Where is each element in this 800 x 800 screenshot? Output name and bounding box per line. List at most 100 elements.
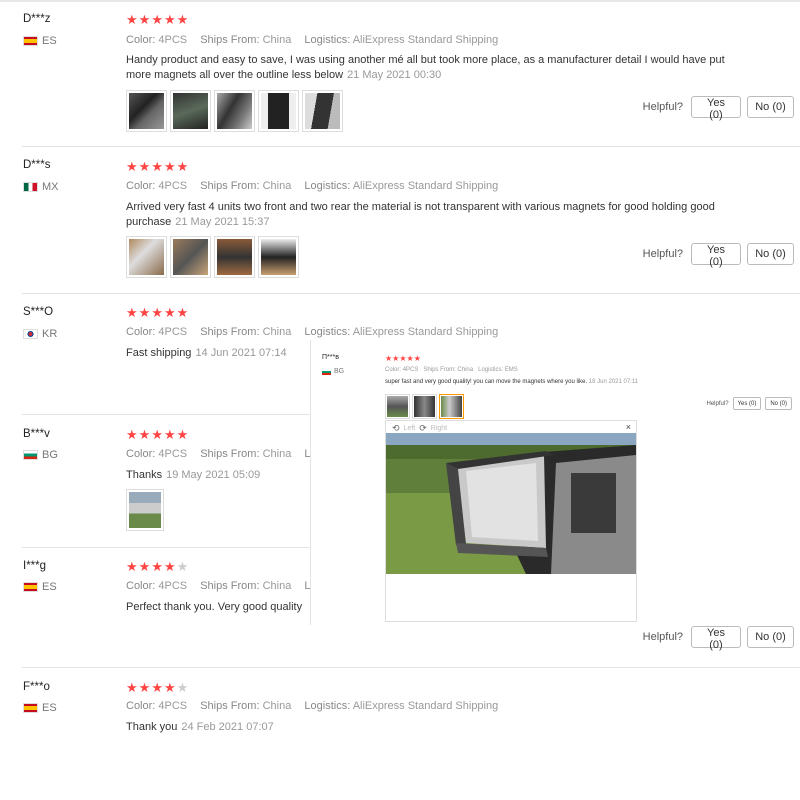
image-viewer: ⟲ Left ⟳ Right ×	[385, 420, 637, 622]
review-text: Thank you 24 Feb 2021 07:07	[126, 720, 726, 735]
reviewer-country: KR	[23, 328, 57, 340]
country-code: BG	[42, 449, 58, 461]
star-icon: ★	[163, 680, 176, 695]
review-photo-thumb[interactable]	[126, 90, 167, 132]
country-code: ES	[42, 702, 57, 714]
helpful-yes-button[interactable]: Yes (0)	[691, 626, 741, 651]
review-text: super fast and very good quality! you ca…	[385, 379, 638, 385]
logistics-label: Logistics:	[304, 700, 351, 712]
reviewer-country: ES	[23, 702, 57, 714]
star-icon: ★	[399, 354, 407, 363]
helpful-label: Helpful?	[642, 631, 683, 643]
review-photo-thumb[interactable]	[258, 236, 299, 278]
color-value: 4PCS	[158, 580, 188, 592]
logistics-value: AliExpress Standard Shipping	[352, 700, 499, 712]
car-window-photo	[386, 433, 636, 574]
close-icon[interactable]: ×	[626, 422, 631, 432]
reviewer-name: S***O	[23, 306, 54, 318]
rotate-left-label[interactable]: Left	[404, 425, 416, 432]
divider	[22, 667, 800, 668]
divider	[22, 547, 310, 548]
review-date: 24 Feb 2021 07:07	[181, 721, 274, 733]
review-photo-thumb[interactable]	[170, 236, 211, 278]
logistics-value: AliExpress Standard Shipping	[352, 180, 499, 192]
helpful-no-button[interactable]: No (0)	[747, 96, 794, 118]
star-icon: ★	[406, 354, 414, 363]
review-photo-thumb[interactable]	[412, 394, 437, 419]
reviewer-country: MX	[23, 181, 59, 193]
star-icon: ★	[138, 680, 151, 695]
flag-bg-icon	[23, 450, 38, 460]
helpful-controls: Helpful? Yes (0) No (0)	[707, 397, 792, 410]
star-icon: ★	[176, 159, 189, 174]
star-icon: ★	[138, 427, 151, 442]
star-rating: ★★★★★	[385, 354, 421, 363]
order-info: Color: 4PCS Ships From: China Logistics:…	[126, 180, 508, 192]
star-icon: ★	[151, 159, 163, 174]
ships-value: China	[262, 326, 292, 338]
helpful-yes-button[interactable]: Yes (0)	[691, 96, 741, 121]
order-info: Color: 4PCS Ships From: China Logistics:…	[126, 34, 508, 46]
review-body: Thanks	[126, 469, 163, 481]
ships-value: China	[262, 700, 292, 712]
reviewer-name: B***v	[23, 428, 50, 440]
reviewer-name: F***o	[23, 681, 50, 693]
review-photo-thumb[interactable]	[170, 90, 211, 132]
review-photo-thumb[interactable]	[126, 236, 167, 278]
helpful-no-button[interactable]: No (0)	[747, 243, 794, 265]
top-divider	[0, 0, 800, 2]
color-value: 4PCS	[158, 180, 188, 192]
helpful-no-button[interactable]: No (0)	[765, 397, 792, 410]
helpful-controls: Helpful? Yes (0) No (0)	[643, 243, 794, 268]
reviewer-name: П***в	[322, 354, 339, 361]
flag-es-icon	[23, 703, 38, 713]
color-label: Color:	[126, 326, 156, 338]
ships-label: Ships From:	[200, 700, 260, 712]
review-date: 21 May 2021 00:30	[347, 69, 442, 81]
star-rating: ★★★★★	[126, 13, 188, 26]
review-photo-thumb[interactable]	[214, 90, 255, 132]
star-icon: ★	[138, 305, 151, 320]
star-icon: ★	[413, 354, 421, 363]
helpful-label: Helpful?	[642, 101, 683, 113]
star-rating: ★★★★★	[126, 428, 188, 441]
review-photo-thumb[interactable]	[385, 394, 410, 419]
ships-value: China	[262, 180, 292, 192]
rotate-right-label[interactable]: Right	[431, 425, 447, 432]
flag-bg-icon	[322, 368, 331, 375]
order-info: Color: 4PCS Ships From: China Logistics:…	[126, 700, 508, 712]
divider	[22, 414, 310, 415]
helpful-yes-button[interactable]: Yes (0)	[732, 397, 762, 410]
order-info: Color: 4PCS Ships From: China Logistics:…	[385, 367, 518, 373]
helpful-no-button[interactable]: No (0)	[747, 626, 794, 648]
review-photo-thumb[interactable]	[126, 489, 164, 531]
star-icon: ★	[163, 427, 176, 442]
helpful-yes-button[interactable]: Yes (0)	[691, 243, 741, 268]
ships-label: Ships From:	[200, 580, 260, 592]
review-photo-thumb-selected[interactable]	[439, 394, 464, 419]
logistics-label: Logistics:	[478, 367, 504, 373]
helpful-controls: Helpful? Yes (0) No (0)	[642, 626, 794, 651]
color-value: 4PCS	[158, 326, 188, 338]
star-icon: ★	[138, 559, 151, 574]
star-icon: ★	[151, 305, 163, 320]
ships-label: Ships From:	[200, 180, 260, 192]
color-value: 4PCS	[158, 34, 188, 46]
review-photo-thumb[interactable]	[302, 90, 343, 132]
color-label: Color:	[126, 34, 156, 46]
country-code: MX	[42, 181, 59, 193]
star-empty-icon: ★	[176, 680, 189, 695]
flag-mx-icon	[23, 182, 38, 192]
star-icon: ★	[126, 559, 138, 574]
star-icon: ★	[138, 159, 151, 174]
country-code: KR	[42, 328, 58, 340]
star-icon: ★	[176, 427, 189, 442]
divider	[22, 146, 800, 147]
review-photo-thumb[interactable]	[214, 236, 255, 278]
review-text: Arrived very fast 4 units two front and …	[126, 200, 726, 230]
review-photos	[126, 236, 299, 278]
review-photo-thumb[interactable]	[258, 90, 299, 132]
review-body: Thank you	[126, 721, 178, 733]
reviewer-country: ES	[23, 581, 57, 593]
star-icon: ★	[151, 427, 163, 442]
